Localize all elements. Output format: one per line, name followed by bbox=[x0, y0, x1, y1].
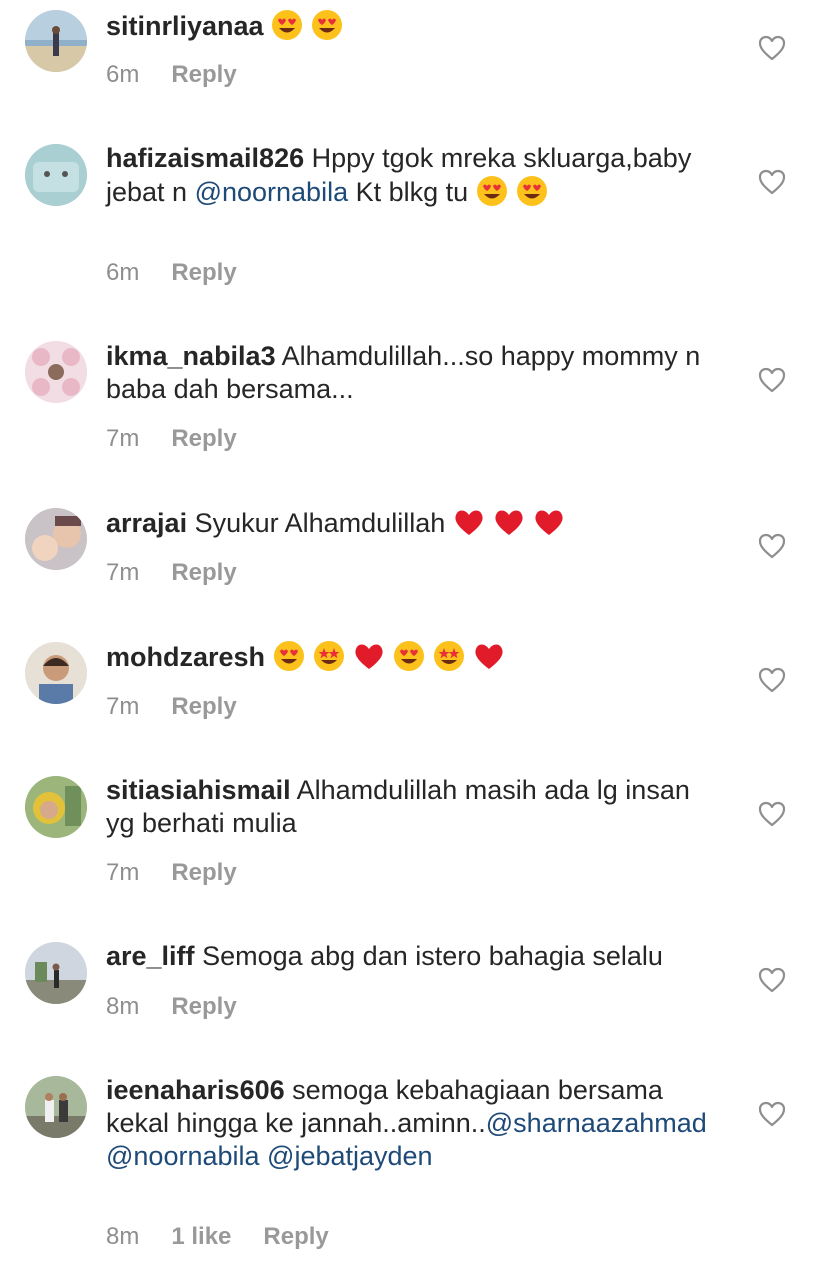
avatar-mohdzaresh[interactable] bbox=[25, 642, 87, 704]
comment-meta: 6m Reply bbox=[106, 61, 269, 89]
reply-button[interactable]: Reply bbox=[171, 259, 236, 286]
comment-username[interactable]: hafizaismail826 bbox=[106, 143, 304, 173]
reply-button[interactable]: Reply bbox=[171, 993, 236, 1020]
avatar-sitiasiahismail[interactable] bbox=[25, 776, 87, 838]
comment-meta: 7m Reply bbox=[106, 425, 269, 453]
star-struck-emoji-icon bbox=[313, 640, 345, 672]
red-heart-emoji-icon bbox=[533, 506, 565, 538]
comment-timestamp: 6m bbox=[106, 259, 140, 286]
comment-text: sitinrliyanaa bbox=[106, 9, 721, 43]
star-struck-emoji-icon bbox=[433, 640, 465, 672]
avatar-are-liff[interactable] bbox=[25, 942, 87, 1004]
heart-outline-icon[interactable] bbox=[758, 533, 786, 559]
heart-eyes-emoji-icon bbox=[516, 175, 548, 207]
comment-text: mohdzaresh bbox=[106, 640, 721, 674]
heart-eyes-emoji-icon bbox=[271, 9, 303, 41]
comment-body-text: Kt blkg tu bbox=[348, 177, 476, 207]
comment-body-text: Syukur Alhamdulillah bbox=[194, 508, 453, 538]
mention-link[interactable]: @noornabila bbox=[195, 177, 349, 207]
comment-body-text bbox=[260, 1141, 268, 1171]
reply-button[interactable]: Reply bbox=[263, 1223, 328, 1250]
comment-body-text: Semoga abg dan istero bahagia selalu bbox=[202, 941, 663, 971]
comment-username[interactable]: mohdzaresh bbox=[106, 642, 265, 672]
avatar-ieenaharis606[interactable] bbox=[25, 1076, 87, 1138]
comment-meta: 7m Reply bbox=[106, 693, 269, 721]
comment-timestamp: 7m bbox=[106, 425, 140, 452]
comment-meta: 8m Reply bbox=[106, 993, 269, 1021]
red-heart-emoji-icon bbox=[453, 506, 485, 538]
red-heart-emoji-icon bbox=[493, 506, 525, 538]
reply-button[interactable]: Reply bbox=[171, 693, 236, 720]
avatar-arrajai[interactable] bbox=[25, 508, 87, 570]
comment-like-count[interactable]: 1 like bbox=[171, 1223, 231, 1250]
comment-username[interactable]: sitinrliyanaa bbox=[106, 11, 264, 41]
mention-link[interactable]: @jebatjayden bbox=[267, 1141, 433, 1171]
heart-outline-icon[interactable] bbox=[758, 35, 786, 61]
comment-text: arrajai Syukur Alhamdulillah bbox=[106, 506, 721, 540]
comment-username[interactable]: arrajai bbox=[106, 508, 187, 538]
avatar-ikma-nabila3[interactable] bbox=[25, 341, 87, 403]
comment-timestamp: 7m bbox=[106, 693, 140, 720]
reply-button[interactable]: Reply bbox=[171, 859, 236, 886]
comment-username[interactable]: are_liff bbox=[106, 941, 195, 971]
heart-eyes-emoji-icon bbox=[311, 9, 343, 41]
heart-outline-icon[interactable] bbox=[758, 367, 786, 393]
comment-meta: 6m Reply bbox=[106, 259, 269, 287]
comment-meta: 7m Reply bbox=[106, 859, 269, 887]
reply-button[interactable]: Reply bbox=[171, 61, 236, 88]
red-heart-emoji-icon bbox=[473, 640, 505, 672]
comment-timestamp: 7m bbox=[106, 559, 140, 586]
heart-outline-icon[interactable] bbox=[758, 967, 786, 993]
heart-outline-icon[interactable] bbox=[758, 801, 786, 827]
heart-eyes-emoji-icon bbox=[393, 640, 425, 672]
comment-username[interactable]: ikma_nabila3 bbox=[106, 341, 276, 371]
comment-timestamp: 8m bbox=[106, 993, 140, 1020]
comment-text: are_liff Semoga abg dan istero bahagia s… bbox=[106, 940, 721, 973]
comment-text: sitiasiahismail Alhamdulillah masih ada … bbox=[106, 774, 721, 840]
heart-outline-icon[interactable] bbox=[758, 667, 786, 693]
avatar-hafizaismail826[interactable] bbox=[25, 144, 87, 206]
comment-meta: 8m 1 like Reply bbox=[106, 1223, 361, 1251]
red-heart-emoji-icon bbox=[353, 640, 385, 672]
comment-meta: 7m Reply bbox=[106, 559, 269, 587]
comment-text: hafizaismail826 Hppy tgok mreka skluarga… bbox=[106, 142, 721, 209]
reply-button[interactable]: Reply bbox=[171, 425, 236, 452]
comment-timestamp: 6m bbox=[106, 61, 140, 88]
comment-timestamp: 7m bbox=[106, 859, 140, 886]
comment-username[interactable]: ieenaharis606 bbox=[106, 1075, 285, 1105]
comment-username[interactable]: sitiasiahismail bbox=[106, 775, 291, 805]
comment-text: ikma_nabila3 Alhamdulillah...so happy mo… bbox=[106, 340, 721, 406]
heart-outline-icon[interactable] bbox=[758, 1101, 786, 1127]
mention-link[interactable]: @noornabila bbox=[106, 1141, 260, 1171]
reply-button[interactable]: Reply bbox=[171, 559, 236, 586]
heart-eyes-emoji-icon bbox=[273, 640, 305, 672]
mention-link[interactable]: @sharnaazahmad bbox=[486, 1108, 707, 1138]
avatar-sitinrliyanaa[interactable] bbox=[25, 10, 87, 72]
heart-eyes-emoji-icon bbox=[476, 175, 508, 207]
heart-outline-icon[interactable] bbox=[758, 169, 786, 195]
comment-timestamp: 8m bbox=[106, 1223, 140, 1250]
comment-text: ieenaharis606 semoga kebahagiaan bersama… bbox=[106, 1074, 721, 1173]
